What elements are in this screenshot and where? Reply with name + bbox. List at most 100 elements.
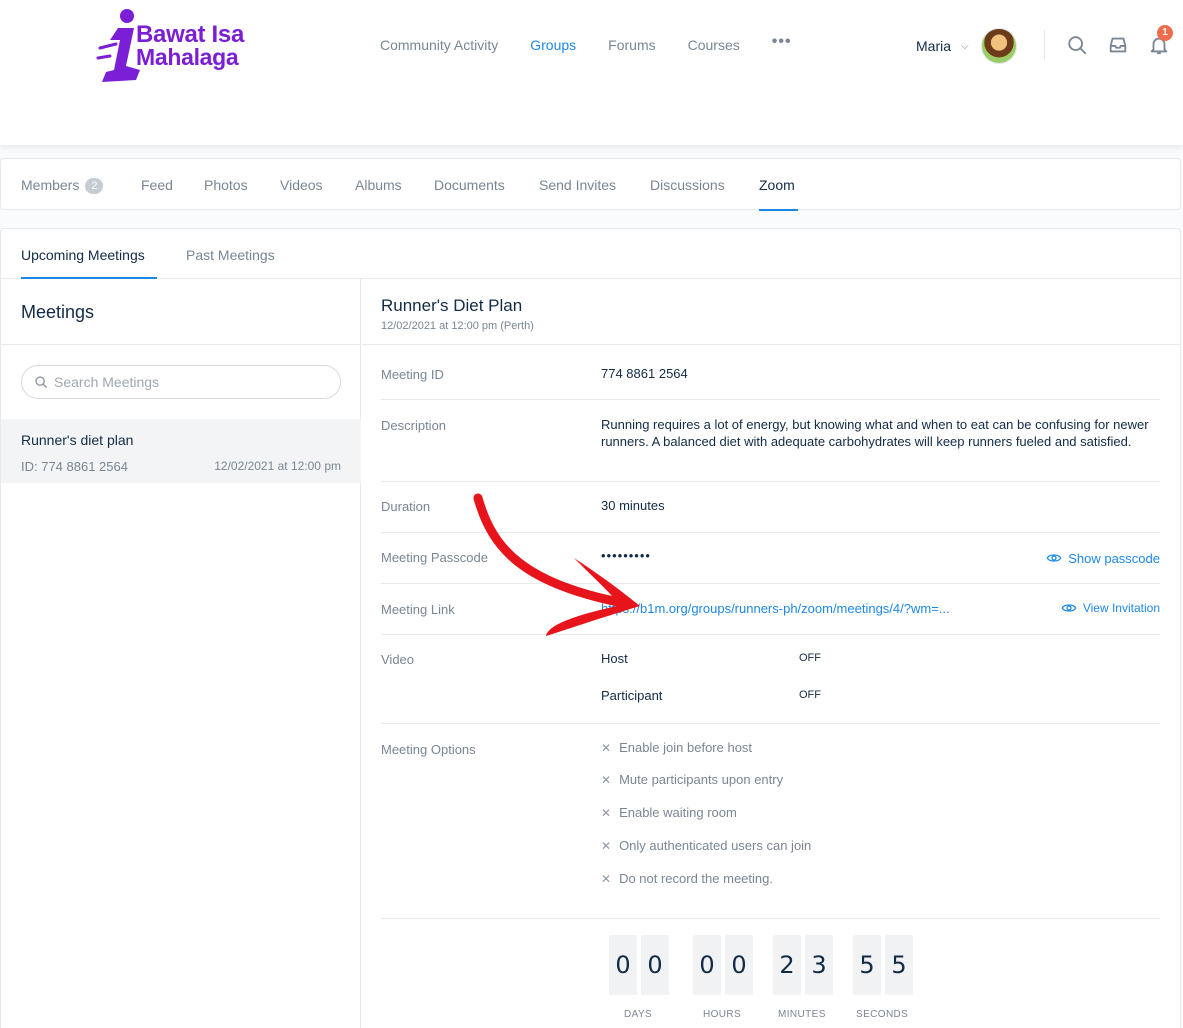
- description-value: Running requires a lot of energy, but kn…: [601, 417, 1149, 449]
- meeting-item-date: 12/02/2021 at 12:00 pm: [214, 459, 341, 473]
- sidebar-divider: [1, 344, 361, 345]
- host-label: Host: [601, 651, 628, 666]
- search-meetings-input[interactable]: [54, 374, 324, 390]
- meeting-subtabs: Upcoming Meetings Past Meetings: [1, 229, 1180, 279]
- meeting-datetime: 12/02/2021 at 12:00 pm (Perth): [381, 320, 534, 332]
- site-header: Bawat Isa Mahalaga Community Activity Gr…: [0, 0, 1183, 145]
- logo-line-1: Bawat Isa: [136, 21, 245, 48]
- active-tab-indicator: [759, 209, 798, 211]
- countdown-digit: 0: [725, 935, 753, 995]
- header-divider: [1044, 30, 1045, 60]
- countdown-digit: 3: [805, 935, 833, 995]
- meeting-title: Runner's Diet Plan: [381, 296, 523, 315]
- close-icon: ✕: [601, 740, 612, 755]
- option-label: Enable join before host: [619, 740, 753, 755]
- search-icon: [35, 376, 47, 388]
- participant-video-value: OFF: [799, 689, 821, 701]
- video-label: Video: [381, 652, 415, 667]
- countdown-seconds: 5 5: [853, 935, 917, 995]
- tab-upcoming-meetings[interactable]: Upcoming Meetings: [21, 247, 145, 263]
- row-divider: [381, 918, 1160, 919]
- members-count-badge: 2: [85, 178, 104, 194]
- tab-feed[interactable]: Feed: [141, 177, 173, 193]
- tab-videos[interactable]: Videos: [280, 177, 323, 193]
- tab-past-meetings[interactable]: Past Meetings: [186, 247, 275, 263]
- meeting-details: Runner's Diet Plan 12/02/2021 at 12:00 p…: [362, 279, 1180, 1028]
- passcode-value: •••••••••: [601, 548, 651, 563]
- option-label: Mute participants upon entry: [619, 772, 784, 787]
- zoom-panel: Upcoming Meetings Past Meetings Meetings…: [0, 228, 1181, 1028]
- tab-albums[interactable]: Albums: [355, 177, 402, 193]
- meetings-sidebar: Meetings Runner's diet plan ID: 774 8861…: [1, 279, 361, 1028]
- countdown-digit: 0: [609, 935, 637, 995]
- passcode-label: Meeting Passcode: [381, 550, 488, 565]
- avatar[interactable]: [980, 28, 1017, 64]
- tab-members-label: Members: [21, 177, 80, 193]
- row-divider: [381, 481, 1160, 482]
- details-divider: [362, 344, 1180, 345]
- tab-members[interactable]: Members 2: [21, 177, 104, 194]
- close-icon: ✕: [601, 871, 612, 886]
- countdown-digit: 2: [773, 935, 801, 995]
- row-divider: [381, 583, 1160, 584]
- duration-value: 30 minutes: [601, 498, 665, 513]
- nav-courses[interactable]: Courses: [688, 36, 740, 54]
- countdown-digit: 0: [693, 935, 721, 995]
- countdown-label-days: DAYS: [624, 1009, 653, 1020]
- option-item: ✕ Do not record the meeting.: [601, 871, 773, 886]
- countdown-digit: 5: [885, 935, 913, 995]
- logo-line-2: Mahalaga: [136, 44, 239, 70]
- option-label: Do not record the meeting.: [619, 871, 773, 886]
- option-item: ✕ Only authenticated users can join: [601, 838, 811, 853]
- meeting-link[interactable]: https://b1m.org/groups/runners-ph/zoom/m…: [601, 600, 950, 617]
- meeting-item-title: Runner's diet plan: [21, 432, 134, 448]
- user-menu[interactable]: Maria ⌵: [916, 28, 1017, 64]
- countdown-label-minutes: MINUTES: [778, 1009, 826, 1020]
- meeting-id-label: Meeting ID: [381, 367, 444, 382]
- host-video-value: OFF: [799, 652, 821, 664]
- option-item: ✕ Enable join before host: [601, 740, 752, 755]
- tab-documents[interactable]: Documents: [434, 177, 505, 193]
- view-invitation-label: View Invitation: [1082, 601, 1160, 615]
- close-icon: ✕: [601, 805, 612, 820]
- view-invitation-button[interactable]: View Invitation: [1061, 600, 1160, 616]
- tab-zoom[interactable]: Zoom: [759, 177, 795, 193]
- countdown-hours: 0 0: [693, 935, 757, 995]
- user-name: Maria: [916, 38, 952, 54]
- primary-nav: Community Activity Groups Forums Courses…: [380, 33, 792, 54]
- countdown-days: 0 0: [609, 935, 673, 995]
- nav-groups[interactable]: Groups: [530, 36, 576, 54]
- countdown-minutes: 2 3: [773, 935, 837, 995]
- tab-photos[interactable]: Photos: [204, 177, 248, 193]
- option-label: Enable waiting room: [619, 805, 737, 820]
- meeting-link-label: Meeting Link: [381, 602, 455, 617]
- countdown-label-seconds: SECONDS: [856, 1009, 909, 1020]
- group-tabs: Members 2 Feed Photos Videos Albums Docum…: [0, 158, 1181, 211]
- countdown-digit: 0: [641, 935, 669, 995]
- show-passcode-button[interactable]: Show passcode: [1046, 550, 1160, 566]
- row-divider: [381, 399, 1160, 400]
- search-meetings[interactable]: [21, 365, 341, 399]
- option-label: Only authenticated users can join: [619, 838, 812, 853]
- list-item[interactable]: Runner's diet plan ID: 774 8861 2564 12/…: [1, 419, 361, 483]
- participant-label: Participant: [601, 688, 663, 703]
- tab-discussions[interactable]: Discussions: [650, 177, 725, 193]
- description-label: Description: [381, 418, 447, 433]
- nav-more-icon[interactable]: •••: [772, 33, 792, 51]
- countdown-digit: 5: [853, 935, 881, 995]
- close-icon: ✕: [601, 838, 612, 853]
- show-passcode-label: Show passcode: [1068, 550, 1160, 566]
- meetings-title: Meetings: [21, 302, 95, 322]
- inbox-icon[interactable]: [1107, 34, 1129, 56]
- tab-send-invites[interactable]: Send Invites: [539, 177, 616, 193]
- meeting-item-id: ID: 774 8861 2564: [21, 459, 128, 474]
- eye-icon: [1046, 554, 1062, 562]
- site-logo[interactable]: Bawat Isa Mahalaga: [96, 8, 256, 88]
- nav-community-activity[interactable]: Community Activity: [380, 36, 498, 54]
- nav-forums[interactable]: Forums: [608, 36, 655, 54]
- search-icon[interactable]: [1066, 34, 1088, 56]
- eye-icon: [1061, 604, 1077, 612]
- row-divider: [381, 634, 1160, 635]
- row-divider: [381, 723, 1160, 724]
- notification-badge: 1: [1157, 25, 1173, 41]
